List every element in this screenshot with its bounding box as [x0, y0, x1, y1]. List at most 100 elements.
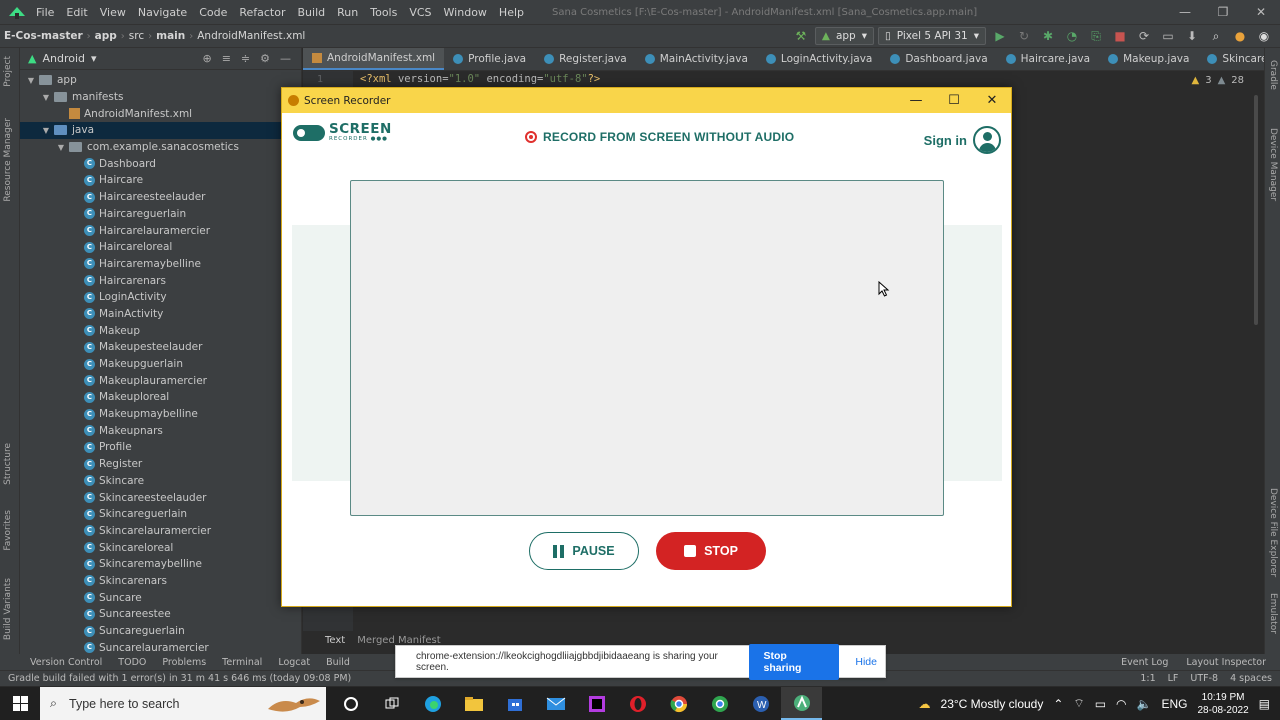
project-view-select[interactable]: Android: [42, 52, 85, 65]
menu-window[interactable]: Window: [438, 6, 493, 19]
build-hammer-icon[interactable]: ⚒: [791, 27, 811, 45]
tree-item[interactable]: C Haircarenars: [20, 272, 301, 289]
editor-tab[interactable]: Haircare.java: [997, 48, 1099, 70]
expand-arrow-icon[interactable]: ▼: [41, 126, 51, 135]
menu-refactor[interactable]: Refactor: [233, 6, 291, 19]
hide-banner-button[interactable]: Hide: [847, 650, 885, 674]
language-indicator[interactable]: ENG: [1161, 697, 1187, 711]
tree-item[interactable]: C Makeuplauramercier: [20, 372, 301, 389]
tree-item[interactable]: C MainActivity: [20, 306, 301, 323]
sdk-manager-icon[interactable]: ⬇: [1182, 27, 1202, 45]
status-message[interactable]: Gradle build failed with 1 error(s) in 3…: [8, 673, 351, 684]
menu-tools[interactable]: Tools: [364, 6, 403, 19]
tool-tab-problems[interactable]: Problems: [162, 657, 206, 668]
editor-tab[interactable]: MainActivity.java: [636, 48, 757, 70]
expand-arrow-icon[interactable]: ▼: [56, 143, 66, 152]
wifi-icon[interactable]: ◠: [1116, 697, 1126, 711]
tree-item[interactable]: C Haircaremaybelline: [20, 256, 301, 273]
tree-item[interactable]: C Skincareesteelauder: [20, 489, 301, 506]
tool-tab-emulator[interactable]: Emulator: [1268, 593, 1278, 634]
editor-tab[interactable]: Register.java: [535, 48, 636, 70]
word-icon[interactable]: W: [740, 687, 781, 720]
status-widget[interactable]: UTF-8: [1190, 673, 1218, 684]
editor-tab[interactable]: Makeup.java: [1099, 48, 1198, 70]
chrome-icon[interactable]: [658, 687, 699, 720]
volume-icon[interactable]: 🔈: [1137, 697, 1152, 711]
tree-item[interactable]: C Makeuploreal: [20, 389, 301, 406]
android-studio-taskbar-icon[interactable]: [781, 687, 822, 720]
tree-item[interactable]: C Haircareguerlain: [20, 206, 301, 223]
tool-tab-layout-inspector[interactable]: Layout Inspector: [1186, 657, 1266, 668]
tool-tab-logcat[interactable]: Logcat: [278, 657, 310, 668]
menu-vcs[interactable]: VCS: [403, 6, 437, 19]
tree-item[interactable]: C Makeupesteelauder: [20, 339, 301, 356]
tool-tab-terminal[interactable]: Terminal: [222, 657, 262, 668]
tree-item[interactable]: C Haircare: [20, 172, 301, 189]
tree-item[interactable]: C Haircareloreal: [20, 239, 301, 256]
status-widget[interactable]: 4 spaces: [1230, 673, 1272, 684]
weather-text[interactable]: 23°C Mostly cloudy: [941, 697, 1044, 711]
editor-tab[interactable]: Profile.java: [444, 48, 535, 70]
stop-sharing-button[interactable]: Stop sharing: [749, 643, 840, 680]
tool-tab-resource-manager[interactable]: Resource Manager: [3, 118, 13, 202]
mail-icon[interactable]: [535, 687, 576, 720]
status-widget[interactable]: LF: [1168, 673, 1179, 684]
tree-item[interactable]: ▼ java: [20, 122, 301, 139]
tree-item[interactable]: C Suncarelauramercier: [20, 639, 301, 654]
tool-tab-device-manager[interactable]: Device Manager: [1268, 128, 1278, 201]
tool-tab-favorites[interactable]: Favorites: [3, 510, 13, 551]
tool-tab-project[interactable]: Project: [3, 56, 13, 87]
tree-item[interactable]: C Register: [20, 456, 301, 473]
tree-item[interactable]: C Skincarelauramercier: [20, 523, 301, 540]
profile-icon[interactable]: ◔: [1062, 27, 1082, 45]
maximize-icon[interactable]: ❐: [1204, 0, 1242, 24]
breadcrumb-file[interactable]: AndroidManifest.xml: [193, 30, 309, 42]
tree-item[interactable]: C Makeupnars: [20, 422, 301, 439]
sync-gradle-icon[interactable]: ⟳: [1134, 27, 1154, 45]
tree-item[interactable]: ▼ app: [20, 72, 301, 89]
breadcrumb-module[interactable]: app: [91, 30, 121, 42]
menu-help[interactable]: Help: [493, 6, 530, 19]
menu-file[interactable]: File: [30, 6, 60, 19]
clock[interactable]: 10:19 PM 28-08-2022: [1198, 691, 1249, 717]
tree-item[interactable]: C Profile: [20, 439, 301, 456]
tree-item[interactable]: AndroidManifest.xml: [20, 105, 301, 122]
account-icon[interactable]: ◉: [1254, 27, 1274, 45]
taskbar-search[interactable]: ⌕ Type here to search: [40, 687, 326, 720]
tab-merged-manifest[interactable]: Merged Manifest: [357, 635, 440, 646]
tool-tab-build-variants[interactable]: Build Variants: [3, 578, 13, 640]
tree-item[interactable]: C Makeupguerlain: [20, 356, 301, 373]
tree-item[interactable]: C LoginActivity: [20, 289, 301, 306]
expand-arrow-icon[interactable]: ▼: [26, 76, 36, 85]
tree-item[interactable]: C Makeup: [20, 322, 301, 339]
tool-tab-build[interactable]: Build: [326, 657, 350, 668]
attach-debugger-icon[interactable]: ⎘: [1086, 27, 1106, 45]
tree-item[interactable]: C Haircarelauramercier: [20, 222, 301, 239]
gear-icon[interactable]: ⚙: [260, 52, 270, 65]
tool-tab-gradle[interactable]: Gradle: [1268, 60, 1278, 90]
task-view-icon[interactable]: [371, 687, 412, 720]
tool-tab-todo[interactable]: TODO: [118, 657, 146, 668]
tree-item[interactable]: C Skincarenars: [20, 573, 301, 590]
code-line[interactable]: <?xml version="1.0" encoding="utf-8"?>: [360, 73, 600, 85]
show-hidden-icons-icon[interactable]: ⌃: [1053, 697, 1063, 711]
editor-tab[interactable]: AndroidManifest.xml: [303, 48, 445, 70]
run-icon[interactable]: ▶: [990, 27, 1010, 45]
menu-code[interactable]: Code: [193, 6, 233, 19]
tool-tab-event-log[interactable]: Event Log: [1121, 657, 1168, 668]
tree-item[interactable]: C Dashboard: [20, 155, 301, 172]
pause-button[interactable]: PAUSE: [529, 532, 639, 570]
chrome-profile-icon[interactable]: [699, 687, 740, 720]
tree-item[interactable]: C Skincareguerlain: [20, 506, 301, 523]
run-config-select[interactable]: ▲ app ▾: [814, 27, 874, 45]
editor-tab[interactable]: Dashboard.java: [881, 48, 996, 70]
editor-scrollbar[interactable]: [1254, 95, 1258, 325]
device-manager-icon[interactable]: ▭: [1158, 27, 1178, 45]
locate-icon[interactable]: ⊕: [202, 52, 211, 65]
breadcrumb-src[interactable]: src: [125, 30, 148, 42]
tool-tab-structure[interactable]: Structure: [3, 443, 13, 485]
updates-icon[interactable]: ●: [1230, 27, 1250, 45]
minimize-icon[interactable]: —: [897, 93, 935, 108]
notifications-icon[interactable]: ▤: [1259, 697, 1270, 711]
status-widget[interactable]: 1:1: [1140, 673, 1155, 684]
